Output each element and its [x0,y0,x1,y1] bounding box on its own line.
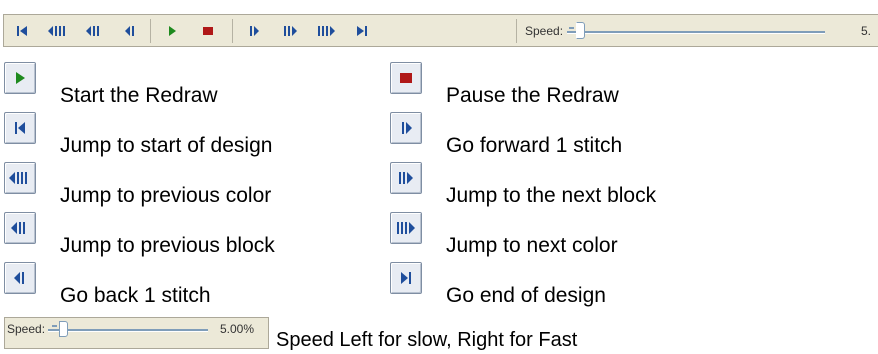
next-block-button[interactable] [276,17,304,44]
legend-label: Start the Redraw [60,84,218,107]
step-back-icon [14,272,24,284]
next-block-icon [399,172,413,184]
legend-label: Go end of design [446,284,606,307]
next-color-button[interactable] [312,17,340,44]
playback-toolbar: Speed: 5. [3,14,878,47]
stop-icon [400,73,412,83]
legend-prev-block-icon-box [4,212,36,244]
legend-label: Jump to previous block [60,234,275,257]
start-redraw-button[interactable] [158,17,186,44]
toolbar-separator [516,19,517,43]
legend-play-icon-box [4,62,36,94]
legend-label: Pause the Redraw [446,84,619,107]
previous-color-icon [48,25,65,36]
previous-color-icon [9,172,27,184]
prev-color-button[interactable] [44,17,72,44]
next-color-icon [397,222,415,234]
previous-block-icon [11,222,25,234]
legend-label: Jump to previous color [60,184,272,207]
skip-to-start-icon [15,122,25,134]
skip-to-end-icon [401,272,411,284]
speed-slider-thumb[interactable] [59,321,68,337]
play-icon [16,72,25,84]
toolbar-speed-value: 5. [861,24,872,38]
legend-next-color-icon-box [390,212,422,244]
speed-tick [52,325,57,327]
legend-label: Jump to next color [446,234,618,257]
speed-value: 5.00% [220,322,255,336]
toolbar-speed-track[interactable] [567,31,825,34]
legend-next-block-icon-box [390,162,422,194]
skip-to-start-icon [17,25,27,36]
legend-end-icon-box [390,262,422,294]
speed-label: Speed: [7,322,46,336]
toolbar-separator [232,19,233,43]
next-color-icon [318,25,335,36]
speed-slider-track[interactable] [48,329,208,332]
legend-label: Go back 1 stitch [60,284,211,307]
previous-block-icon [86,25,99,36]
legend-label: Jump to the next block [446,184,657,207]
legend-stop-icon-box [390,62,422,94]
back-stitch-button[interactable] [116,17,144,44]
legend-start-icon-box [4,112,36,144]
jump-end-button[interactable] [348,17,376,44]
toolbar-separator [150,19,151,43]
play-icon [169,25,176,36]
forward-stitch-button[interactable] [240,17,268,44]
legend-prev-color-icon-box [4,162,36,194]
skip-to-end-icon [357,25,367,36]
stop-icon [203,26,213,35]
speed-panel: Speed: 5.00% [4,317,269,349]
legend-forward-stitch-icon-box [390,112,422,144]
jump-start-button[interactable] [8,17,36,44]
toolbar-speed-slider-thumb[interactable] [576,22,585,39]
step-back-icon [125,25,134,36]
step-forward-icon [250,25,259,36]
legend-label: Jump to start of design [60,134,273,157]
toolbar-speed-tick [569,27,574,29]
pause-redraw-button[interactable] [194,17,222,44]
legend-back-stitch-icon-box [4,262,36,294]
speed-description: Speed Left for slow, Right for Fast [276,329,578,351]
next-block-icon [284,25,297,36]
step-forward-icon [402,122,412,134]
legend-label: Go forward 1 stitch [446,134,623,157]
toolbar-speed-label: Speed: [525,24,564,38]
prev-block-button[interactable] [80,17,108,44]
